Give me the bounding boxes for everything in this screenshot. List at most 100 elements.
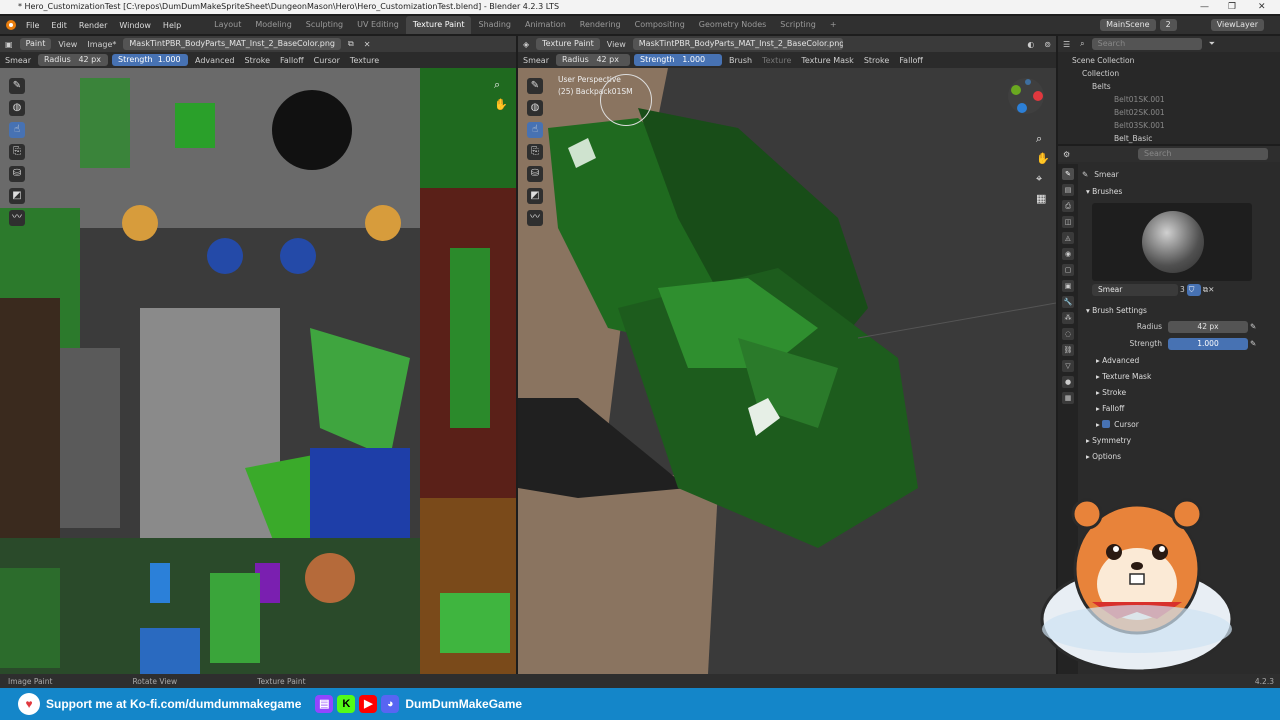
menu-edit[interactable]: Edit [45,21,73,30]
brush-name-field[interactable]: Smear [1092,283,1178,296]
render-tab-icon[interactable]: ▤ [1062,184,1074,196]
tab-geometry-nodes[interactable]: Geometry Nodes [692,16,773,34]
texture-canvas[interactable] [0,68,516,674]
viewport-falloff-menu[interactable]: Falloff [894,56,928,65]
tab-scripting[interactable]: Scripting [773,16,823,34]
scene-selector[interactable]: MainScene [1100,19,1156,31]
close-button[interactable]: ✕ [1258,0,1266,14]
viewport-zoom-icon[interactable]: ⌕ [1036,132,1042,146]
mask-brush-icon[interactable]: ◩ [9,188,25,204]
zoom-icon[interactable]: ⌕ [494,78,500,92]
outliner-funnel-icon[interactable]: ⏷ [1204,39,1220,49]
viewport-clone-icon[interactable]: ⎘ [527,144,543,160]
viewport-smear-icon[interactable]: ☝ [527,122,543,138]
strength-pressure-icon[interactable]: ✎ [1250,339,1256,348]
modifier-tab-icon[interactable]: 🔧 [1062,296,1074,308]
cursor-checkbox[interactable] [1102,420,1111,428]
unlink-brush-icon[interactable]: ✕ [1208,285,1214,294]
soften-brush-icon[interactable]: ◍ [9,100,25,116]
particles-tab-icon[interactable]: ⁂ [1062,312,1074,324]
properties-type-icon[interactable]: ⚙ [1058,150,1075,159]
tool-tab-icon[interactable]: ✎ [1062,168,1074,180]
tab-shading[interactable]: Shading [471,16,518,34]
viewport-view-menu[interactable]: View [602,40,631,49]
overlay-icon[interactable]: ⊚ [1039,40,1056,49]
subpanel-stroke[interactable]: ▸ Stroke [1082,384,1278,400]
viewport-shading-icon[interactable]: ◐ [1022,40,1039,49]
tab-sculpting[interactable]: Sculpting [299,16,350,34]
subpanel-falloff[interactable]: ▸ Falloff [1082,400,1278,416]
tab-layout[interactable]: Layout [207,16,248,34]
subpanel-cursor[interactable]: ▸ Cursor [1082,416,1278,432]
outliner-row[interactable]: Scene Collection [1058,54,1280,67]
viewport-fill-icon[interactable]: ⛁ [527,166,543,182]
cursor-menu[interactable]: Cursor [309,56,345,65]
symmetry-panel-header[interactable]: ▸ Symmetry [1082,432,1278,448]
viewport-mask-icon[interactable]: ◩ [527,188,543,204]
viewport-pan-icon[interactable]: ✋ [1036,152,1050,165]
image-mode-select[interactable]: Paint [19,38,52,50]
strength-field[interactable]: Strength 1.000 [111,54,188,66]
stroke-menu[interactable]: Stroke [240,56,276,65]
collection-tab-icon[interactable]: ▢ [1062,264,1074,276]
fill-brush-icon[interactable]: ⛁ [9,166,25,182]
grid-view-icon[interactable]: ▦ [1036,192,1046,205]
close-image-icon[interactable]: ✕ [359,40,376,49]
menu-help[interactable]: Help [157,21,187,30]
image-menu[interactable]: Image* [82,40,121,49]
pressure-icon[interactable]: ✎ [1250,322,1256,331]
uv-texture-image[interactable] [0,68,516,674]
view-menu[interactable]: View [53,40,82,49]
outliner-row[interactable]: Belt03SK.001 [1058,119,1280,132]
backpack-model[interactable] [518,68,1056,674]
viewport-texture-menu[interactable]: Texture [757,56,796,65]
editor-type-icon[interactable]: ▣ [0,40,18,49]
world-tab-icon[interactable]: ◉ [1062,248,1074,260]
outliner-row[interactable]: Belts [1058,80,1280,93]
add-workspace-button[interactable]: + [823,16,844,34]
props-radius-field[interactable]: 42 px [1168,320,1248,333]
outliner-filter-icon[interactable]: ⌕ [1075,39,1089,49]
viewport-mode-select[interactable]: Texture Paint [536,38,600,50]
properties-search[interactable]: Search [1138,148,1268,160]
texture-tab-icon[interactable]: ▦ [1062,392,1074,404]
outliner-row[interactable]: Collection [1058,67,1280,80]
menu-render[interactable]: Render [73,21,113,30]
annotate-icon[interactable]: 〰 [9,210,25,226]
radius-field[interactable]: Radius 42 px [37,54,108,66]
subpanel-texture-mask[interactable]: ▸ Texture Mask [1082,368,1278,384]
object-tab-icon[interactable]: ▣ [1062,280,1074,292]
data-tab-icon[interactable]: ▽ [1062,360,1074,372]
blender-logo-icon[interactable] [6,20,16,30]
falloff-menu[interactable]: Falloff [275,56,309,65]
advanced-menu[interactable]: Advanced [190,56,240,65]
tab-uv-editing[interactable]: UV Editing [350,16,406,34]
viewport-canvas[interactable] [518,68,1056,674]
viewport-image-field[interactable]: MaskTintPBR_BodyParts_MAT_Inst_2_BaseCol… [632,38,843,50]
tab-modeling[interactable]: Modeling [248,16,298,34]
viewport-radius-field[interactable]: Radius 42 px [555,54,630,66]
brush-preview[interactable] [1092,203,1252,281]
viewport-stroke-menu[interactable]: Stroke [859,56,895,65]
maximize-button[interactable]: ❐ [1228,0,1236,14]
outliner-row[interactable]: Belt01SK.001 [1058,93,1280,106]
tab-texture-paint[interactable]: Texture Paint [405,16,472,34]
fake-user-icon[interactable]: ⧉ [343,39,359,49]
image-name-field[interactable]: MaskTintPBR_BodyParts_MAT_Inst_2_BaseCol… [123,38,341,50]
viewport-strength-field[interactable]: Strength 1.000 [633,54,722,66]
outliner-row[interactable]: Belt_Basic [1058,132,1280,145]
physics-tab-icon[interactable]: ◌ [1062,328,1074,340]
viewport-annotate-icon[interactable]: 〰 [527,210,543,226]
viewport-brush-menu[interactable]: Brush [724,56,757,65]
props-strength-field[interactable]: 1.000 [1168,337,1248,350]
navigation-gizmo[interactable] [1006,76,1046,116]
subpanel-advanced[interactable]: ▸ Advanced [1082,352,1278,368]
viewport-type-icon[interactable]: ◈ [518,40,534,49]
outliner-row[interactable]: Belt02SK.001 [1058,106,1280,119]
output-tab-icon[interactable]: ⎙ [1062,200,1074,212]
clone-brush-icon[interactable]: ⎘ [9,144,25,160]
viewport-soften-icon[interactable]: ◍ [527,100,543,116]
view-layer-selector[interactable]: ViewLayer [1210,19,1264,31]
smear-brush-icon[interactable]: ☝ [9,122,25,138]
minimize-button[interactable]: — [1200,0,1209,14]
